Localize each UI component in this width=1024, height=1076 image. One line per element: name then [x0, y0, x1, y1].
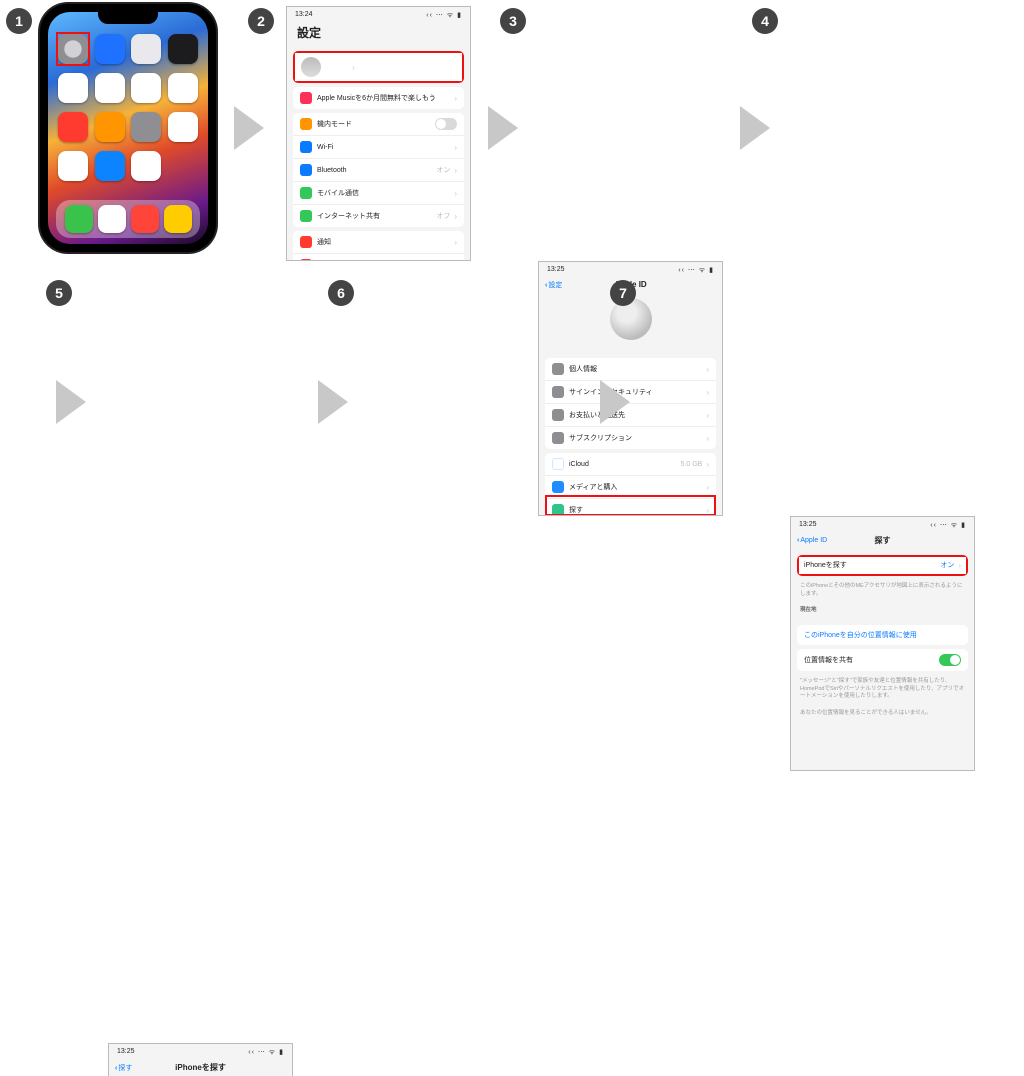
app-icon[interactable]	[131, 112, 161, 142]
note-text: "メッセージ"と"探す"で家族や友達と位置情報を共有したり、HomePodでSi…	[791, 675, 974, 707]
step-badge-5: 5	[46, 280, 72, 306]
avatar	[301, 57, 321, 77]
dock-app-icon[interactable]	[164, 205, 192, 233]
step4-screen: 13:25‹‹ ⋯ ᯤ ▮ ‹Apple ID 探す iPhoneを探すオン› …	[790, 516, 975, 771]
back-button[interactable]: ‹探す	[115, 1063, 132, 1073]
media-row[interactable]: メディアと購入›	[545, 476, 716, 499]
dock-app-icon[interactable]	[65, 205, 93, 233]
airplane-toggle[interactable]	[435, 118, 457, 130]
dock-app-icon[interactable]	[131, 205, 159, 233]
apple-id-profile-row[interactable]: ›	[293, 51, 464, 83]
find-iphone-row[interactable]: iPhoneを探すオン›	[797, 555, 968, 576]
step5-screen: 13:25‹‹ ⋯ ᯤ ▮ ‹探す iPhoneを探す iPhoneを探す この…	[108, 1043, 293, 1076]
app-icon[interactable]	[58, 151, 88, 181]
back-button[interactable]: ‹設定	[545, 280, 562, 290]
note-text: このiPhoneとその他のMEアクセサリが地図上に表示されるようにします。	[791, 580, 974, 604]
settings-title: 設定	[287, 22, 470, 47]
arrow-icon	[316, 380, 350, 429]
step-badge-4: 4	[752, 8, 778, 34]
nav-title: 探す	[875, 535, 891, 546]
app-icon[interactable]	[168, 73, 198, 103]
card-icon	[552, 409, 564, 421]
app-icon[interactable]	[131, 34, 161, 64]
home-screen-grid	[48, 12, 208, 181]
airplane-mode-row[interactable]: 機内モード	[293, 113, 464, 136]
link-icon	[300, 210, 312, 222]
wifi-row[interactable]: Wi-Fi›	[293, 136, 464, 159]
subscriptions-row[interactable]: サブスクリプション›	[545, 427, 716, 449]
status-bar: 13:24‹‹ ⋯ ᯤ ▮	[287, 7, 470, 22]
speaker-icon	[300, 259, 312, 261]
chevron-right-icon: ›	[352, 63, 355, 72]
bluetooth-row[interactable]: Bluetoothオン›	[293, 159, 464, 182]
appstore-icon	[552, 481, 564, 493]
back-button[interactable]: ‹Apple ID	[797, 537, 827, 544]
promo-row[interactable]: Apple Musicを6か月間無料で楽しもう›	[293, 87, 464, 109]
cloud-icon	[552, 458, 564, 470]
app-icon[interactable]	[168, 34, 198, 64]
arrow-icon	[232, 106, 266, 155]
app-icon[interactable]	[131, 151, 161, 181]
app-icon[interactable]	[95, 73, 125, 103]
mobile-row[interactable]: モバイル通信›	[293, 182, 464, 205]
settings-app-icon[interactable]	[58, 34, 88, 64]
share-location-row[interactable]: 位置情報を共有	[797, 649, 968, 671]
share-location-toggle[interactable]	[939, 654, 961, 666]
step-badge-6: 6	[328, 280, 354, 306]
personal-info-row[interactable]: 個人情報›	[545, 358, 716, 381]
chevron-left-icon: ‹	[545, 282, 547, 289]
arrow-icon	[738, 106, 772, 155]
find-iphone-status: オン	[940, 560, 954, 570]
arrow-icon	[54, 380, 88, 429]
location-heading: 現在地	[791, 604, 974, 621]
airplane-icon	[300, 118, 312, 130]
iphone-home-device	[40, 4, 216, 252]
lock-icon	[552, 386, 564, 398]
step-badge-7: 7	[610, 280, 636, 306]
sound-row[interactable]: サウンドと触覚›	[293, 254, 464, 261]
app-icon[interactable]	[95, 151, 125, 181]
app-icon[interactable]	[58, 73, 88, 103]
bluetooth-icon	[300, 164, 312, 176]
find-row[interactable]: 探す›	[545, 499, 716, 516]
person-icon	[552, 363, 564, 375]
dock-app-icon[interactable]	[98, 205, 126, 233]
app-icon[interactable]	[131, 73, 161, 103]
step2-screen: 13:24‹‹ ⋯ ᯤ ▮ 設定 › Apple Musicを6か月間無料で楽し…	[286, 6, 471, 261]
step-badge-3: 3	[500, 8, 526, 34]
subs-icon	[552, 432, 564, 444]
note-text: あなたの位置情報を見ることができる人はいません。	[791, 707, 974, 724]
app-icon[interactable]	[95, 34, 125, 64]
arrow-icon	[486, 106, 520, 155]
use-location-row[interactable]: このiPhoneを自分の位置情報に使用	[797, 625, 968, 645]
step-badge-2: 2	[248, 8, 274, 34]
wifi-icon	[300, 141, 312, 153]
profile-name	[327, 62, 348, 72]
antenna-icon	[300, 187, 312, 199]
app-icon[interactable]	[95, 112, 125, 142]
nav-title: iPhoneを探す	[175, 1062, 226, 1073]
notch	[98, 12, 158, 24]
bell-icon	[300, 236, 312, 248]
app-icon[interactable]	[168, 112, 198, 142]
app-icon[interactable]	[58, 112, 88, 142]
notifications-row[interactable]: 通知›	[293, 231, 464, 254]
account-name	[539, 342, 722, 352]
hotspot-row[interactable]: インターネット共有オフ›	[293, 205, 464, 227]
step-badge-1: 1	[6, 8, 32, 34]
arrow-icon	[598, 380, 632, 429]
icloud-row[interactable]: iCloud5.0 GB›	[545, 453, 716, 476]
dock	[56, 200, 200, 238]
findmy-icon	[552, 504, 564, 516]
